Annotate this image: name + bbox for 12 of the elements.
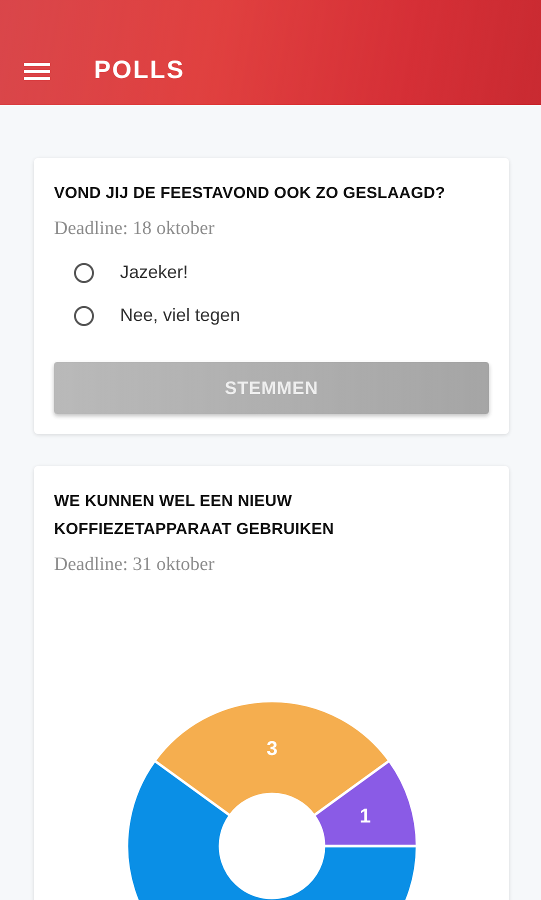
poll-question: WE KUNNEN WEL EEN NIEUW KOFFIEZETAPPARAAT GEBRUIKEN [54,492,336,540]
page-title: POLLS [94,56,185,85]
poll-question: VOND JIJ DE FEESTAVOND OOK ZO GESLAAGD? [54,184,446,204]
menu-icon[interactable] [24,60,50,80]
radio-button[interactable] [74,306,94,326]
option-label: Jazeker! [120,262,188,283]
option-label: Nee, viel tegen [120,305,240,326]
poll-deadline: Deadline: 31 oktober [54,554,216,576]
slice-value: 3 [266,738,278,760]
radio-button[interactable] [74,262,94,282]
poll-deadline: Deadline: 18 oktober [54,218,216,240]
slice-value: 1 [359,806,370,828]
